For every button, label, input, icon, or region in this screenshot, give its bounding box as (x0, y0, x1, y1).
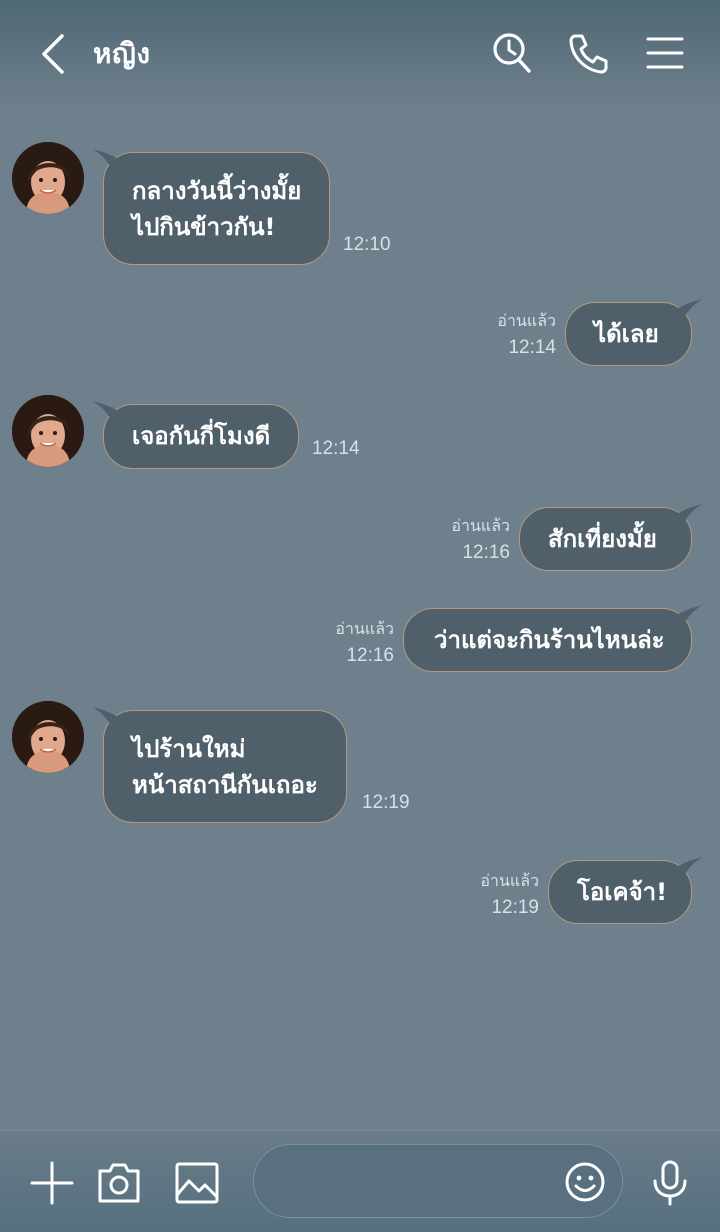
plus-icon (30, 1161, 74, 1205)
voice-button[interactable] (646, 1159, 694, 1207)
emoji-icon (565, 1162, 605, 1202)
message-text: หน้าสถานีกันเถอะ (132, 771, 318, 799)
read-receipt: อ่านแล้ว (335, 621, 394, 638)
input-bar (0, 1130, 720, 1232)
message-time: 12:14 (312, 438, 360, 459)
message-input[interactable] (274, 1159, 564, 1203)
message-text: สักเที่ยงมั้ย (548, 525, 657, 553)
message-bubble[interactable]: เจอกันกี่โมงดี (92, 401, 300, 469)
message-text: เจอกันกี่โมงดี (132, 422, 271, 450)
avatar-photo (12, 142, 84, 214)
read-receipt: อ่านแล้ว (451, 518, 510, 535)
bubble-tail (92, 401, 118, 421)
call-button[interactable] (566, 30, 610, 76)
message-text: โอเคจ้า! (577, 878, 668, 906)
bubble-tail (677, 605, 703, 625)
search-icon (493, 33, 531, 73)
bubble-tail (92, 149, 118, 169)
bubble-tail (92, 707, 118, 727)
message-time: 12:16 (462, 542, 510, 563)
message-text: ไปร้านใหม่ (132, 735, 246, 763)
message-bubble[interactable]: ไปร้านใหม่ หน้าสถานีกันเถอะ (92, 707, 347, 823)
avatar[interactable] (12, 395, 84, 467)
camera-button[interactable] (95, 1159, 143, 1207)
bubble-tail (677, 857, 703, 877)
message-time: 12:10 (343, 234, 391, 255)
message-text: กลางวันนี้ว่างมั้ย (132, 177, 302, 205)
message-meta: อ่านแล้ว 12:14 (497, 309, 556, 361)
menu-icon (646, 37, 684, 69)
message-bubble[interactable]: กลางวันนี้ว่างมั้ย ไปกินข้าวกัน! (92, 149, 331, 265)
back-button[interactable] (32, 30, 76, 78)
emoji-button[interactable] (564, 1161, 606, 1203)
image-icon (175, 1162, 219, 1204)
message-time: 12:19 (362, 792, 410, 813)
message-meta: อ่านแล้ว 12:16 (451, 514, 510, 566)
message-text: ว่าแต่จะกินร้านไหนล่ะ (434, 626, 665, 654)
message-time: 12:19 (491, 897, 539, 918)
message-input-container (253, 1144, 623, 1218)
message-text: ได้เลย (594, 320, 659, 348)
camera-icon (98, 1163, 140, 1203)
message-meta: อ่านแล้ว 12:16 (335, 617, 394, 669)
message-text: ไปกินข้าวกัน! (132, 213, 276, 241)
back-icon (42, 34, 64, 74)
message-bubble[interactable]: สักเที่ยงมั้ย (519, 504, 703, 571)
read-receipt: อ่านแล้ว (497, 313, 556, 330)
message-bubble[interactable]: ได้เลย (565, 299, 703, 366)
search-button[interactable] (490, 30, 534, 76)
avatar[interactable] (12, 142, 84, 214)
gallery-button[interactable] (173, 1159, 221, 1207)
read-receipt: อ่านแล้ว (480, 873, 539, 890)
message-meta: อ่านแล้ว 12:19 (480, 869, 539, 921)
message-bubble[interactable]: ว่าแต่จะกินร้านไหนล่ะ (403, 605, 703, 672)
message-time: 12:16 (346, 645, 394, 666)
add-button[interactable] (28, 1159, 76, 1207)
avatar-photo (12, 701, 84, 773)
microphone-icon (653, 1160, 687, 1206)
chat-title[interactable]: หญิง (93, 32, 151, 76)
bubble-tail (677, 504, 703, 524)
menu-button[interactable] (644, 30, 688, 76)
chat-header: หญิง (0, 0, 720, 110)
avatar-photo (12, 395, 84, 467)
phone-icon (569, 34, 608, 74)
message-time: 12:14 (508, 337, 556, 358)
bubble-tail (677, 299, 703, 319)
avatar[interactable] (12, 701, 84, 773)
message-bubble[interactable]: โอเคจ้า! (548, 857, 703, 924)
